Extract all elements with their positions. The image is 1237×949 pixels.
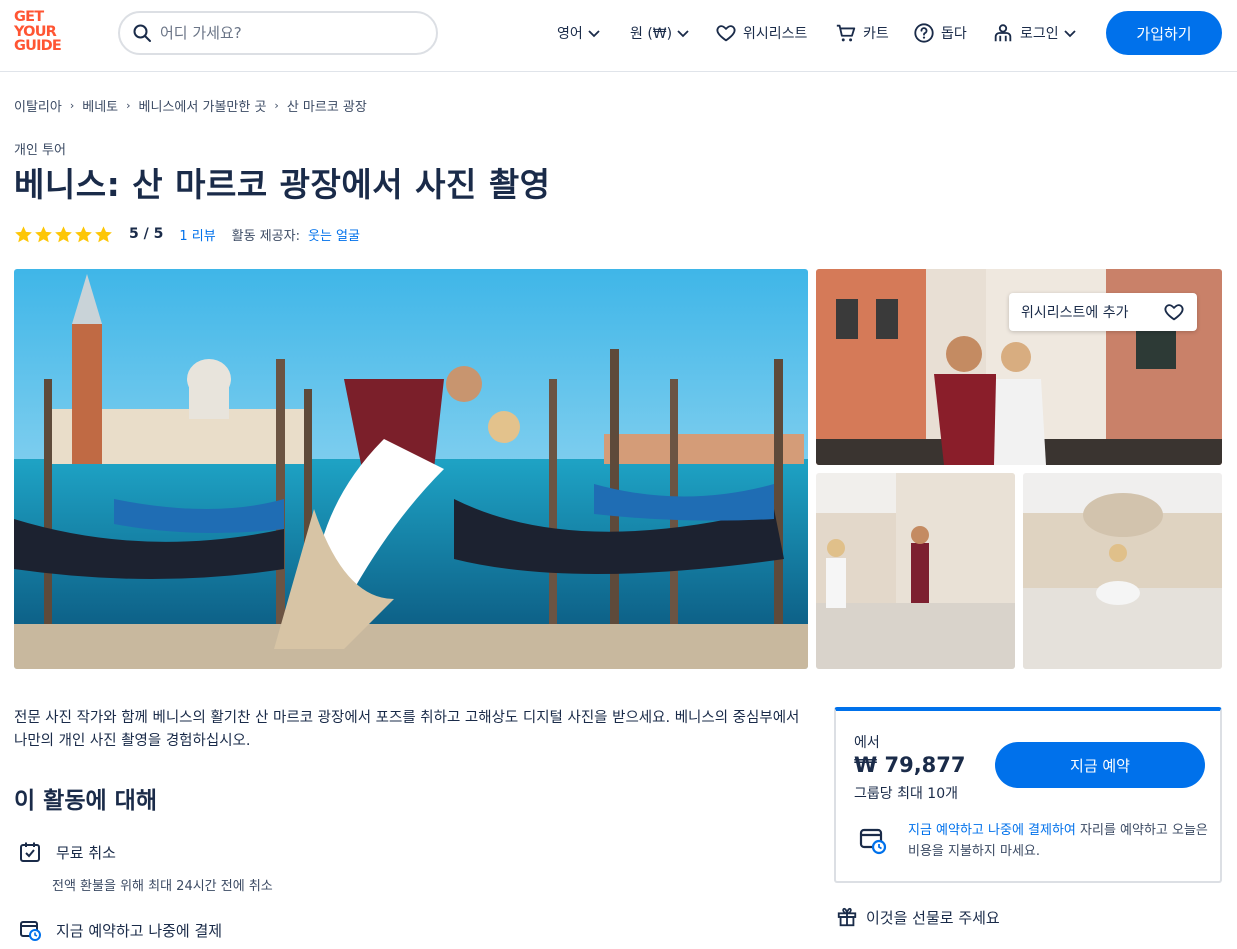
about-section-title: 이 활동에 대해 (14, 788, 157, 814)
getyourguide-logo[interactable]: GET YOUR GUIDE (14, 10, 74, 58)
wishlist-link[interactable]: 위시리스트 (715, 22, 811, 44)
login-menu[interactable]: 로그인 (992, 22, 1077, 44)
booking-card: 에서 ₩ 79,877 그룹당 최대 10개 지금 예약 지금 예약하고 나중에… (834, 707, 1222, 883)
breadcrumb-item-italy[interactable]: 이탈리아 (14, 96, 62, 115)
price-from-label: 에서 (854, 735, 880, 751)
breadcrumb-item-veneto[interactable]: 베네토 (82, 96, 118, 115)
gallery-image-3[interactable] (816, 473, 1015, 669)
help-label: 돕다 (941, 26, 967, 42)
doges-palace-photo (816, 473, 1015, 669)
feature-label: 지금 예약하고 나중에 결제 (56, 921, 223, 940)
logo-line-1: GET (14, 9, 44, 25)
rating-score: 5 / 5 (129, 226, 164, 242)
calendar-clock-icon (859, 828, 887, 855)
price-value: ₩ 79,877 (854, 753, 966, 777)
book-now-button[interactable]: 지금 예약 (995, 742, 1205, 788)
feature-free-cancellation: 무료 취소 (14, 840, 116, 864)
feature-label: 무료 취소 (56, 843, 116, 862)
help-link[interactable]: 돕다 (913, 22, 971, 44)
calendar-clock-icon (20, 921, 41, 941)
logo-line-3: GUIDE (14, 38, 62, 54)
language-label: 영어 (557, 26, 583, 42)
breadcrumb-item-st-marks-square[interactable]: 산 마르코 광장 (287, 96, 367, 115)
provider-link[interactable]: 웃는 얼굴 (308, 225, 360, 244)
search-icon (133, 24, 151, 42)
cart-label: 카트 (863, 26, 889, 42)
cart-link[interactable]: 카트 (835, 22, 893, 44)
calendar-check-icon (20, 842, 40, 862)
signup-button[interactable]: 가입하기 (1106, 11, 1222, 55)
star-icon (75, 225, 92, 242)
st-marks-basilica-photo (1023, 473, 1222, 669)
heart-icon (1164, 304, 1184, 321)
currency-selector[interactable]: 원 (₩) (630, 22, 690, 44)
breadcrumb-item-venice-things-to-do[interactable]: 베니스에서 가볼만한 곳 (139, 96, 267, 115)
rating-row: 5 / 5 1 리뷰 활동 제공자: 웃는 얼굴 (14, 224, 360, 244)
add-to-wishlist-button[interactable]: 위시리스트에 추가 (1009, 293, 1197, 331)
gift-label: 이것을 선물로 주세요 (866, 908, 1000, 927)
chevron-down-icon (588, 30, 600, 38)
add-to-wishlist-label: 위시리스트에 추가 (1021, 305, 1129, 321)
activity-description: 전문 사진 작가와 함께 베니스의 활기찬 산 마르코 광장에서 포즈를 취하고… (14, 710, 800, 749)
reserve-now-pay-later-link[interactable]: 지금 예약하고 나중에 결제하여 (908, 823, 1076, 838)
venice-gondola-photo (14, 269, 808, 669)
breadcrumb-separator-icon: › (126, 99, 131, 112)
login-label: 로그인 (1020, 26, 1059, 42)
help-icon (914, 23, 934, 43)
breadcrumb-separator-icon: › (69, 99, 75, 112)
activity-category: 개인 투어 (14, 143, 66, 158)
user-icon (994, 24, 1012, 42)
price-per-group: 그룹당 최대 10개 (854, 786, 958, 802)
currency-label: 원 (₩) (630, 26, 673, 42)
logo-line-2: YOUR (14, 23, 57, 40)
gallery-image-4[interactable] (1023, 473, 1222, 669)
star-icon (15, 225, 32, 242)
star-rating (14, 225, 113, 244)
star-icon (55, 225, 72, 242)
language-selector[interactable]: 영어 (557, 22, 601, 44)
chevron-down-icon (1064, 30, 1076, 38)
breadcrumb: 이탈리아 › 베네토 › 베니스에서 가볼만한 곳 › 산 마르코 광장 (14, 96, 367, 115)
page-title: 베니스: 산 마르코 광장에서 사진 촬영 (14, 165, 551, 204)
breadcrumb-separator-icon: › (274, 99, 279, 112)
wishlist-label: 위시리스트 (743, 26, 808, 42)
chevron-down-icon (677, 30, 689, 38)
cart-icon (836, 24, 856, 42)
reserve-now-pay-later-text: 지금 예약하고 나중에 결제하여 자리를 예약하고 오늘은 비용을 지불하지 마… (908, 820, 1208, 862)
feature-reserve-now-pay-later: 지금 예약하고 나중에 결제 (14, 918, 222, 942)
gift-link[interactable]: 이것을 선물로 주세요 (836, 906, 1000, 928)
star-icon (35, 225, 52, 242)
gallery-main-image[interactable] (14, 269, 808, 669)
star-icon (95, 225, 112, 242)
provider-label: 활동 제공자: (231, 228, 300, 244)
gift-icon (837, 907, 857, 927)
search-input[interactable] (160, 21, 420, 45)
heart-icon (716, 25, 736, 42)
reviews-link[interactable]: 1 리뷰 (179, 225, 215, 244)
feature-sub: 전액 환불을 위해 최대 24시간 전에 취소 (52, 879, 273, 894)
site-header: GET YOUR GUIDE 영어 원 (₩) 위시리스트 카트 돕다 로그인 … (0, 0, 1237, 72)
search-bar[interactable] (118, 11, 438, 55)
